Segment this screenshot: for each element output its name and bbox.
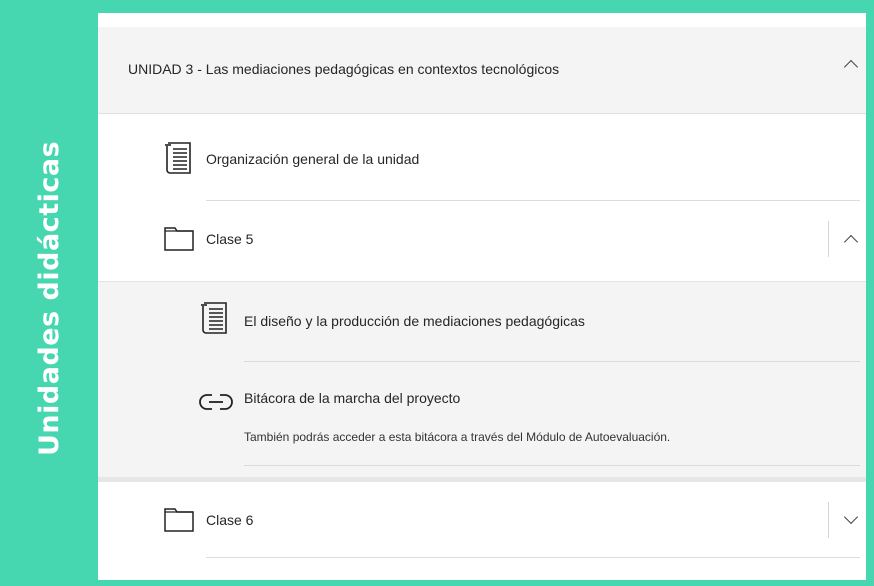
- divider: [206, 557, 860, 558]
- unit-header[interactable]: UNIDAD 3 - Las mediaciones pedagógicas e…: [98, 27, 866, 114]
- item-organizacion-label[interactable]: Organización general de la unidad: [206, 151, 419, 167]
- sidebar-title: Unidades didácticas: [34, 140, 65, 456]
- separator: [828, 221, 829, 257]
- item-bitacora-description: También podrás acceder a esta bitácora a…: [244, 430, 671, 444]
- chevron-up-icon[interactable]: [843, 59, 859, 75]
- divider: [206, 200, 860, 201]
- item-bitacora-label[interactable]: Bitácora de la marcha del proyecto: [244, 390, 460, 406]
- item-clase6-label[interactable]: Clase 6: [206, 512, 253, 528]
- chevron-up-icon[interactable]: [843, 234, 859, 250]
- divider: [244, 465, 860, 466]
- document-icon: [201, 302, 227, 334]
- divider: [98, 477, 866, 482]
- chevron-down-icon[interactable]: [843, 509, 859, 525]
- link-icon: [199, 394, 233, 410]
- divider: [244, 361, 860, 362]
- content-panel: UNIDAD 3 - Las mediaciones pedagógicas e…: [98, 13, 866, 580]
- separator: [828, 502, 829, 538]
- clase5-contents: El diseño y la producción de mediaciones…: [98, 281, 866, 480]
- document-icon: [165, 142, 191, 174]
- item-diseno-label[interactable]: El diseño y la producción de mediaciones…: [244, 313, 585, 329]
- unit-title: UNIDAD 3 - Las mediaciones pedagógicas e…: [128, 61, 560, 77]
- item-clase5-label[interactable]: Clase 5: [206, 231, 253, 247]
- folder-icon: [164, 508, 194, 532]
- top-bar: [0, 0, 874, 13]
- page-frame: Unidades didácticas UNIDAD 3 - Las media…: [0, 0, 874, 586]
- folder-icon: [164, 227, 194, 251]
